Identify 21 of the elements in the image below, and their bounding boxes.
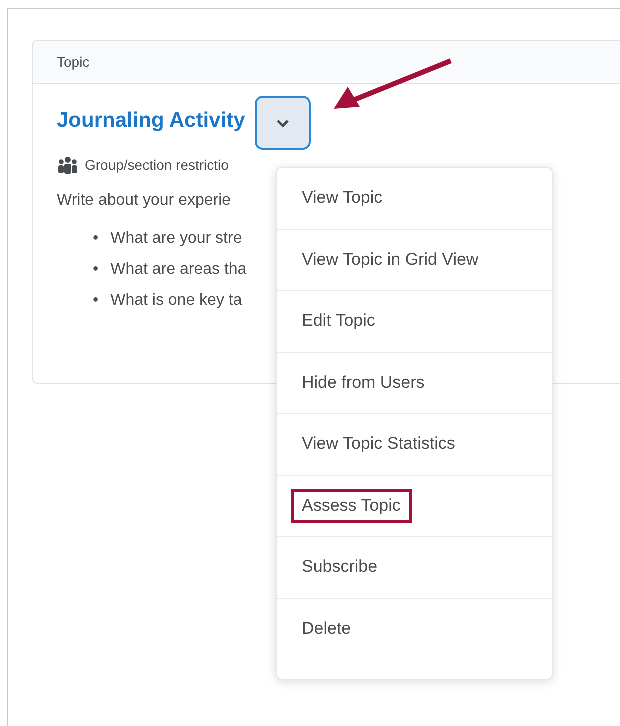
menu-item[interactable]: Assess Topic xyxy=(291,488,412,523)
bullet-text: What are areas tha xyxy=(110,261,247,280)
dropdown-button[interactable] xyxy=(255,96,312,150)
menu-item[interactable]: View Topic xyxy=(291,181,394,216)
bullet-marker: • xyxy=(93,230,99,249)
bullet-text: What is one key ta xyxy=(110,292,242,311)
menu-item[interactable]: View Topic Statistics xyxy=(291,427,466,462)
menu-item[interactable]: View Topic in Grid View xyxy=(291,242,490,277)
menu-item[interactable]: Delete xyxy=(291,612,362,646)
bullet-marker: • xyxy=(93,261,99,280)
menu-item[interactable]: Subscribe xyxy=(291,550,389,584)
description-text: Write about your experie xyxy=(57,192,232,210)
restriction-label: Group/section restrictio xyxy=(85,157,229,173)
topic-title-link[interactable]: Journaling Activity xyxy=(57,109,246,133)
column-header: Topic xyxy=(57,54,90,70)
menu-item[interactable]: Hide from Users xyxy=(291,366,436,400)
chevron-down-icon xyxy=(276,118,290,128)
bullet-marker: • xyxy=(93,292,99,311)
menu-item[interactable]: Edit Topic xyxy=(291,304,386,338)
group-icon xyxy=(57,156,79,174)
bullet-text: What are your stre xyxy=(110,230,242,249)
